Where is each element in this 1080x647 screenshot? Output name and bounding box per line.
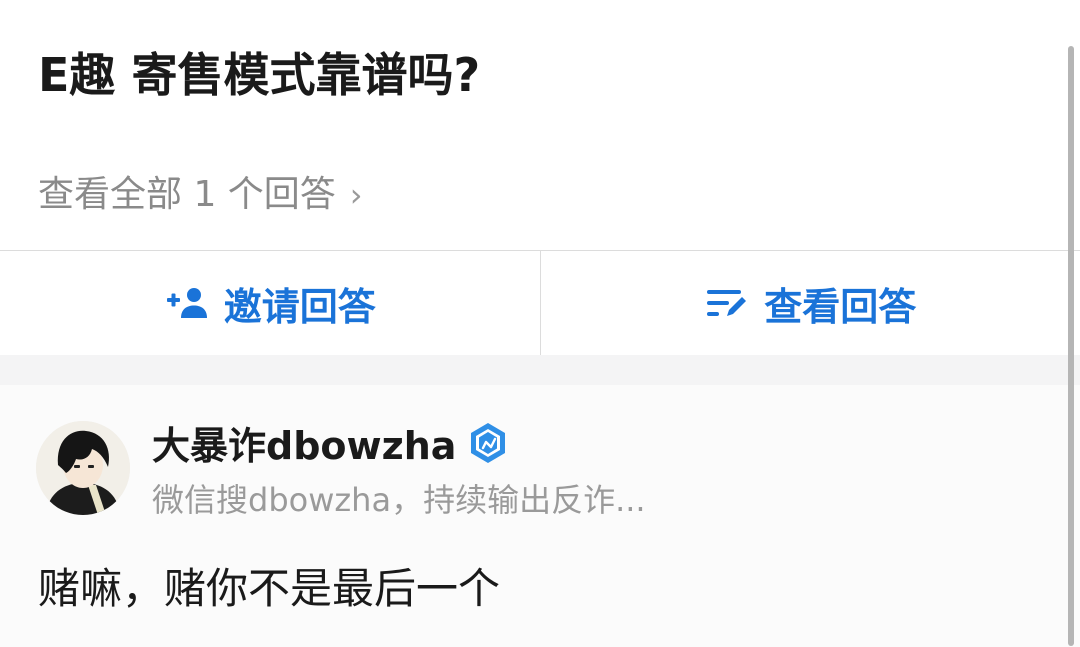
author-name-row[interactable]: 大暴诈dbowzha — [152, 421, 510, 471]
question-page: E趣 寄售模式靠谱吗? 查看全部 1 个回答 › 邀请回答 查看回答 大暴诈db… — [0, 0, 1080, 647]
list-edit-icon — [704, 280, 750, 326]
add-person-icon — [164, 280, 210, 326]
answer-text[interactable]: 赌嘛，赌你不是最后一个 — [38, 559, 500, 619]
author-bio: 微信搜dbowzha，持续输出反诈... — [152, 481, 646, 519]
verified-badge-icon — [466, 421, 510, 465]
scrollbar[interactable] — [1068, 46, 1074, 646]
avatar[interactable] — [36, 421, 130, 515]
answer-card[interactable]: 大暴诈dbowzha 微信搜dbowzha，持续输出反诈... 赌嘛，赌你不是最… — [0, 385, 1080, 647]
question-title: E趣 寄售模式靠谱吗? — [38, 48, 481, 102]
view-all-label: 查看全部 1 个回答 — [38, 174, 336, 215]
view-answer-label: 查看回答 — [764, 284, 917, 329]
view-answer-button[interactable]: 查看回答 — [541, 251, 1080, 355]
invite-answer-label: 邀请回答 — [223, 284, 376, 329]
section-gap — [0, 355, 1080, 385]
chevron-right-icon: › — [349, 176, 363, 214]
invite-answer-button[interactable]: 邀请回答 — [0, 251, 540, 355]
action-bar: 邀请回答 查看回答 — [0, 251, 1080, 355]
view-all-answers-link[interactable]: 查看全部 1 个回答 › — [38, 168, 363, 222]
author-name: 大暴诈dbowzha — [152, 424, 457, 468]
